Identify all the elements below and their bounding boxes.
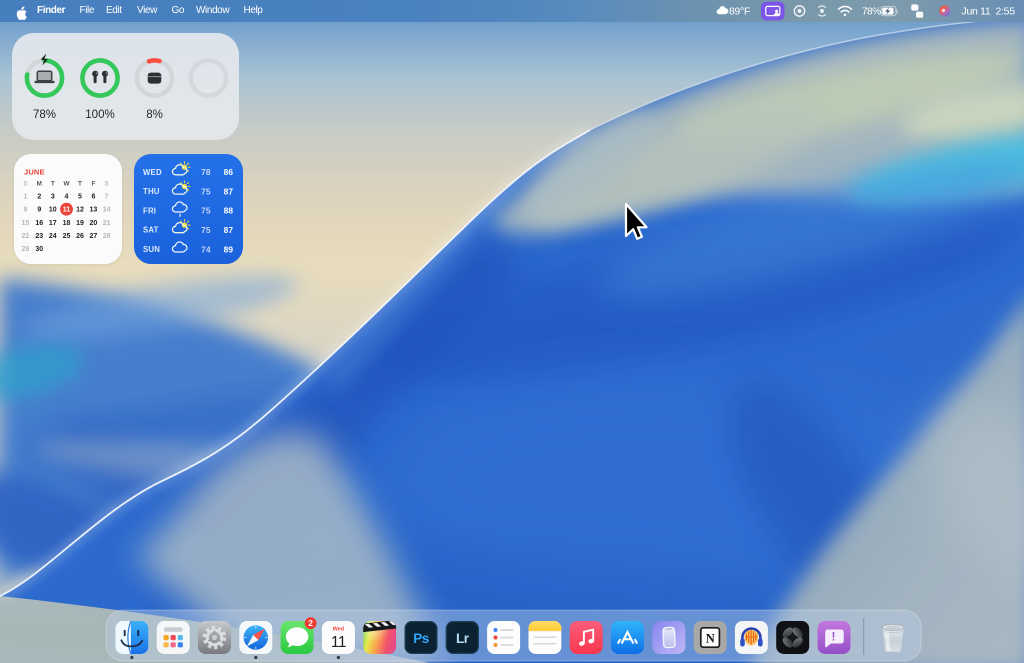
svg-text:30: 30: [35, 246, 43, 253]
svg-text:JUNE: JUNE: [24, 168, 45, 177]
svg-text:Lr: Lr: [456, 631, 470, 646]
svg-text:8: 8: [23, 207, 27, 214]
svg-text:12: 12: [76, 207, 84, 214]
svg-text:Ps: Ps: [413, 631, 429, 646]
svg-text:SUN: SUN: [143, 245, 160, 254]
svg-text:T: T: [78, 181, 82, 188]
svg-text:!: !: [832, 630, 836, 644]
svg-text:16: 16: [35, 220, 43, 227]
svg-text:20: 20: [90, 220, 98, 227]
svg-text:78%: 78%: [862, 7, 881, 18]
svg-text:S: S: [104, 181, 109, 188]
svg-text:19: 19: [76, 220, 84, 227]
svg-text:18: 18: [63, 220, 71, 227]
svg-text:2: 2: [37, 193, 41, 200]
svg-text:T: T: [51, 181, 55, 188]
svg-text:S: S: [23, 181, 28, 188]
svg-text:10: 10: [49, 207, 57, 214]
svg-text:SAT: SAT: [143, 226, 159, 235]
svg-text:9: 9: [37, 207, 41, 214]
svg-text:24: 24: [49, 233, 57, 240]
svg-text:75: 75: [201, 225, 211, 235]
svg-text:FRI: FRI: [143, 206, 156, 215]
svg-text:87: 87: [224, 186, 234, 196]
svg-text:87: 87: [224, 225, 234, 235]
svg-text:26: 26: [76, 233, 84, 240]
svg-text:4: 4: [65, 193, 69, 200]
svg-text:29: 29: [22, 246, 30, 253]
svg-text:N: N: [706, 632, 715, 646]
svg-text:W: W: [63, 181, 70, 188]
svg-text:23: 23: [35, 233, 43, 240]
svg-text:25: 25: [63, 233, 71, 240]
svg-text:1: 1: [23, 193, 27, 200]
svg-text:75: 75: [201, 206, 211, 216]
svg-text:15: 15: [22, 220, 30, 227]
svg-text:5: 5: [78, 193, 82, 200]
svg-text:Jun 11: Jun 11: [962, 6, 991, 18]
svg-text:3: 3: [51, 193, 55, 200]
svg-text:THU: THU: [143, 187, 160, 196]
svg-text:14: 14: [103, 207, 111, 214]
svg-text:F: F: [91, 181, 95, 188]
svg-text:21: 21: [103, 220, 111, 227]
svg-text:M: M: [37, 181, 42, 188]
svg-text:75: 75: [201, 186, 211, 196]
svg-text:WED: WED: [143, 168, 162, 177]
svg-text:7: 7: [105, 193, 109, 200]
svg-text:17: 17: [49, 220, 57, 227]
svg-text:11: 11: [331, 634, 346, 651]
svg-text:2:55: 2:55: [996, 6, 1016, 18]
svg-text:11: 11: [63, 207, 71, 214]
svg-text:89: 89: [224, 244, 234, 254]
svg-text:74: 74: [201, 244, 211, 254]
svg-text:Wed: Wed: [333, 627, 344, 633]
svg-text:6: 6: [91, 193, 95, 200]
svg-text:13: 13: [90, 207, 98, 214]
svg-text:27: 27: [90, 233, 98, 240]
svg-text:88: 88: [224, 206, 234, 216]
svg-text:22: 22: [22, 233, 30, 240]
svg-text:2: 2: [308, 618, 313, 628]
svg-text:78: 78: [201, 167, 211, 177]
svg-text:89°F: 89°F: [729, 6, 750, 18]
svg-text:86: 86: [224, 167, 234, 177]
svg-text:28: 28: [103, 233, 111, 240]
